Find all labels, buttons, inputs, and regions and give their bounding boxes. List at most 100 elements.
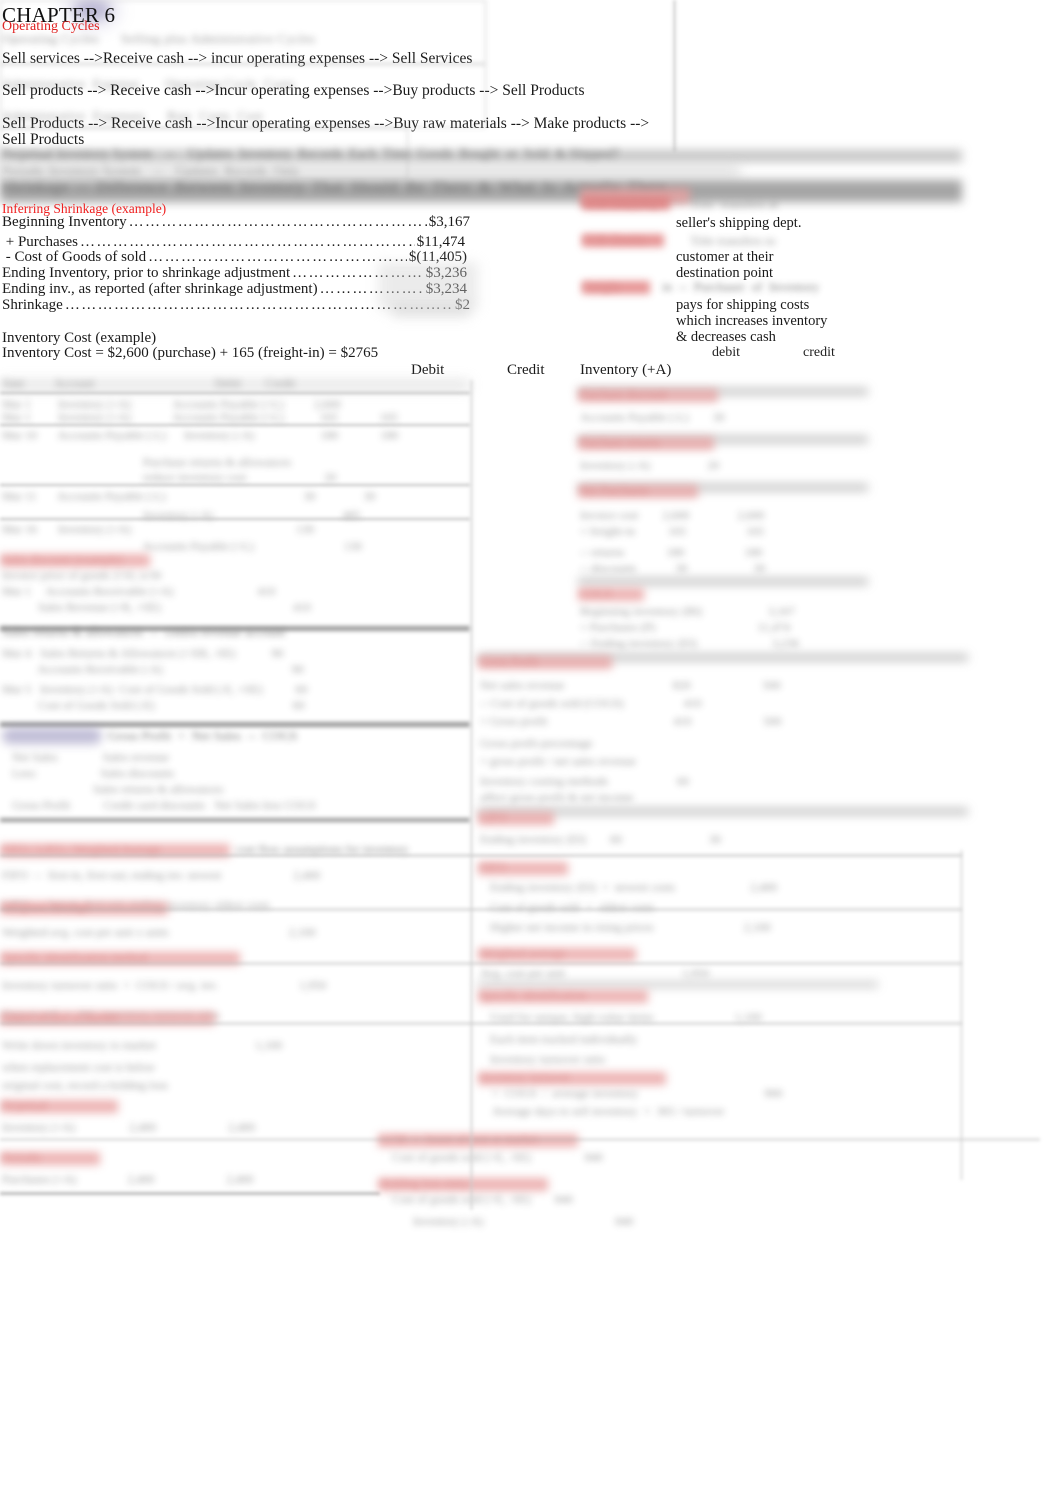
blurred-je-row: Mar 16 Inventory (+A) 130: [2, 522, 315, 536]
shipping-note-2-line1: customer at their: [676, 249, 774, 265]
blurred-je-row: Invoice price of goods 2/10, n/30: [2, 568, 162, 582]
blurred-line-b3: Shrinkage -- Difference Between Inventor…: [2, 180, 667, 196]
blurred-je-row: Purchase returns & allowances: [2, 455, 292, 469]
blurred-red-right-text-5: Gross Profit: [480, 654, 539, 668]
shrinkage-row-value: $3,234: [425, 281, 467, 297]
tledger-debit-label: debit: [712, 345, 740, 360]
blurred-je-row: cost flow assumptions for inventory: [236, 842, 409, 856]
blurred-right-row: affect gross profit & net income: [480, 790, 634, 804]
blurred-je-row: Gross Profit = Net Sales -- COGS: [108, 728, 298, 743]
blurred-right-rule-5: [478, 654, 968, 661]
blurred-je-row: Sales returns & allowances: [12, 782, 224, 796]
blurred-red-text-left-7: Periodic: [2, 1150, 42, 1164]
inventory-cost-formula: Inventory Cost = $2,600 (purchase) + 165…: [2, 345, 379, 361]
leader-dots: …………………: [319, 281, 424, 297]
blurred-red-right-text-11: LCM -- lower of cost or market: [380, 1132, 538, 1146]
blurred-right-row: -- Ending inventory (EI) 3,236: [580, 636, 799, 650]
blurred-red-right-text-7: FIFO: [480, 860, 507, 874]
blurred-red-text-left-2: FIFO / LIFO / Weighted Average: [2, 842, 161, 856]
blurred-right-row: Cost of goods sold = oldest costs: [490, 900, 655, 914]
blurred-right-row: -- discounts 30 30: [580, 561, 766, 575]
blurred-je-row: Purchases (+A) 2,400 2,400: [2, 1172, 254, 1186]
shrinkage-row-label: Ending inv., as reported (after shrinkag…: [2, 281, 318, 297]
blurred-je-row: Sales Revenue (+R, +SE) 410: [2, 600, 311, 614]
blurred-red-right-text-1: Purchase discount: [580, 387, 667, 401]
blurred-je-row: Mar 1 Inventory (+A) Accounts Payable (+…: [2, 410, 398, 424]
blurred-red-right-text-3: Net Purchases: [580, 483, 649, 497]
blurred-red-right-text-2: Purchase returns: [580, 435, 660, 449]
blurred-right-row: Net sales revenue 820 500: [480, 678, 781, 692]
blurred-je-row: Inventory (-A) 485: [2, 508, 361, 522]
blurred-right-row: Inventory (-A) 840: [392, 1214, 634, 1228]
blurred-red-right-text-6: LIFO: [480, 810, 507, 824]
shrinkage-row-label: Ending Inventory, prior to shrinkage adj…: [2, 265, 291, 281]
shrinkage-row: Ending inv., as reported (after shrinkag…: [2, 281, 467, 298]
blurred-right-row: Ending inventory (EI) 60 30: [480, 832, 721, 846]
blurred-right-note-2: Title transfers to: [690, 233, 776, 248]
blurred-red-text-left-6: Perpetual: [2, 1098, 48, 1112]
blurred-rule: [0, 722, 470, 727]
blurred-je-row: Weighted avg. cost per unit x units 2,10…: [2, 925, 316, 939]
vertical-rule-middle: [470, 380, 473, 1210]
blurred-right-row: Beginning inventory (BI) 3,167: [580, 604, 795, 618]
blurred-je-row: Write down inventory to market 1,100: [2, 1038, 283, 1052]
shrinkage-row-value: $3,167: [428, 214, 470, 230]
blurred-je-row: Mar 10 Accounts Payable (-L) Inventory (…: [2, 428, 399, 442]
shrinkage-row-value: $(11,405): [408, 249, 467, 265]
shrinkage-row-label: - Cost of Goods of sold: [2, 249, 147, 265]
blurred-je-row: Mar 5 Inventory (+A) Cost of Goods Sold …: [2, 682, 308, 696]
shrinkage-row-label: Beginning Inventory: [2, 214, 127, 230]
blurred-je-row: Date Account Debit Credit: [2, 376, 296, 390]
blurred-red-text-left-5: Lower of cost or market: [2, 1010, 118, 1024]
blurred-red-right-text-4: COGS: [580, 586, 613, 600]
blurred-right-row: = Gross profit 410 500: [480, 714, 782, 728]
blurred-red-right-text-9: Specific identification: [480, 988, 587, 1002]
blurred-right-row: Used for unique, high-value items 1,100: [490, 1010, 762, 1024]
blurred-je-row: Mar 4 Sales Returns & Allowances (+XR, -…: [2, 646, 284, 660]
blurred-je-row: Inventory (+A) 2,400 2,400: [2, 1120, 256, 1134]
leader-dots: ……………………………………………………………………………: [64, 297, 453, 313]
shrinkage-row-value: $2: [455, 297, 470, 313]
blurred-right-row: Accounts Payable (-L) 30: [580, 410, 725, 424]
tledger-credit-label: credit: [803, 345, 835, 360]
blurred-right-note-3: in -- Purchaser of Inventory: [662, 279, 820, 294]
shrinkage-row: Ending Inventory, prior to shrinkage adj…: [2, 265, 467, 282]
blurred-right-row: Higher net income in rising prices 2,100: [490, 920, 771, 934]
blurred-je-row: Cost of Goods Sold (-E) 60: [2, 698, 305, 712]
blurred-right-row: + Purchases (P) 11,474: [580, 620, 790, 634]
blurred-je-row: Mar 11 Accounts Payable (-L) 30 30: [2, 489, 376, 503]
blurred-right-rule-4: [578, 578, 868, 585]
blurred-je-row: original cost, record a holding loss: [2, 1078, 168, 1092]
blurred-je-row: reduce inventory cost 20: [2, 470, 337, 484]
blurred-right-row: Each item tracked individually: [490, 1032, 638, 1046]
blurred-box-right-1: [0, 0, 486, 64]
blurred-right-row: -- Cost of goods sold (COGS) 410: [480, 696, 702, 710]
blurred-je-row: Accounts Receivable (-A) 90: [2, 662, 304, 676]
blurred-je-row: Less: Sales discounts: [12, 766, 174, 780]
blurred-right-row: = gross profit / net sales revenue: [480, 754, 637, 768]
blurred-je-row: FIFO -- first-in, first-out; ending inv.…: [2, 868, 321, 882]
blurred-right-row: Gross profit percentage: [480, 736, 593, 750]
shipping-note-3-line3: & decreases cash: [676, 329, 776, 345]
blurred-right-row: Avg. cost per unit 1,950: [480, 966, 710, 980]
shrinkage-row: Beginning Inventory ………………………………………………………: [2, 214, 470, 231]
blurred-right-row: Ending inventory (EI) = newest costs 2,4…: [490, 880, 778, 894]
shipping-note-3-line2: which increases inventory: [676, 313, 828, 329]
blurred-purple-highlight: [2, 728, 102, 744]
vertical-rule-top: [673, 0, 676, 152]
blurred-right-row: Inventory (-A) 20: [580, 458, 720, 472]
blurred-rule: [0, 818, 470, 822]
blurred-je-row: when replacement cost is below: [2, 1060, 156, 1074]
blurred-right-rule-7: [478, 982, 878, 987]
blurred-je-row: Gross Profit Credit card discounts Net S…: [12, 798, 316, 812]
blurred-right-row: Average days to sell inventory = 365 / t…: [492, 1104, 725, 1118]
shipping-note-3-line1: pays for shipping costs: [676, 297, 810, 313]
blurred-red-text-2: FOB Destin.: [582, 232, 648, 247]
blurred-je-row: Net Sales Sales revenue: [12, 750, 169, 764]
shipping-note-1: seller's shipping dept.: [676, 215, 802, 231]
blurred-rule: [0, 392, 470, 394]
blurred-right-row: -- returns 180 180: [580, 545, 763, 559]
blurred-right-row: + freight-in 165 165: [580, 524, 765, 538]
blurred-red-text-left-4: Specific identification method: [2, 950, 148, 964]
blurred-box-right-3: [0, 128, 408, 180]
